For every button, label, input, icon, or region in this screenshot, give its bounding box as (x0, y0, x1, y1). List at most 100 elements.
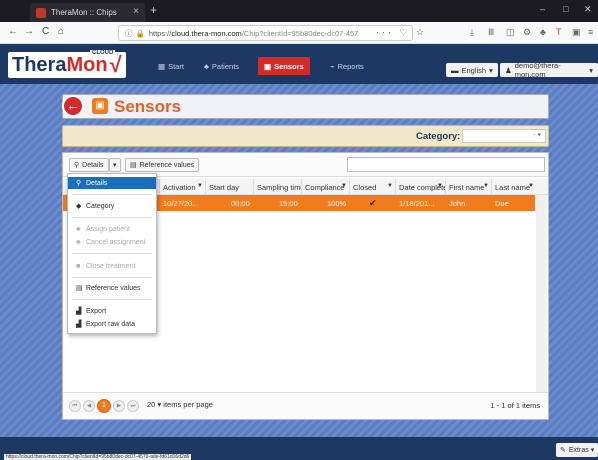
minimize-button[interactable]: – (540, 4, 545, 14)
col-first-name[interactable]: First name ▼ (445, 179, 491, 195)
col-sampling-time[interactable]: Sampling time (253, 179, 301, 195)
sensor-icon: ▣ (92, 98, 108, 114)
menu-item-cancel-assignment[interactable]: ♣ Cancel assignment (68, 236, 156, 248)
wrench-icon: ✎ (560, 447, 566, 454)
menu-item-category[interactable]: ◆ Category (68, 200, 156, 212)
forward-button[interactable]: → (24, 26, 34, 37)
col-closed[interactable]: Closed ▼ (349, 179, 395, 195)
language-dropdown[interactable]: ▬ English ▾ (446, 63, 498, 77)
list-icon: ▤ (76, 285, 83, 292)
page-title: Sensors (114, 97, 182, 116)
search-icon: ⚲ (74, 162, 80, 169)
tag-icon: ◆ (76, 203, 82, 210)
menu-icon[interactable]: ≡ (588, 27, 593, 37)
col-start-day[interactable]: Start day (205, 179, 253, 195)
reload-button[interactable]: C (42, 26, 49, 37)
filter-icon[interactable]: ▼ (437, 183, 443, 189)
page-actions-icons[interactable]: ··· ♡ ☆ (376, 27, 427, 38)
extras-button[interactable]: ✎ Extras ▾ (556, 443, 598, 457)
last-page-button[interactable]: ⏭ (127, 400, 139, 412)
status-url: https://cloud.thera-mon.com/Chip?clientI… (4, 454, 192, 460)
col-date-complete[interactable]: Date complete ▼ (395, 179, 445, 195)
cell-last-name: Doe (495, 198, 509, 208)
reference-values-button[interactable]: ▤ Reference values (125, 158, 200, 172)
menu-ref-label: Reference values (86, 284, 141, 292)
menu-item-close-treatment[interactable]: ■ Close treatment (68, 260, 156, 272)
flag-icon: ▬ (451, 65, 459, 75)
language-label: English (461, 65, 487, 75)
filter-icon[interactable]: ▼ (387, 183, 393, 189)
library-icon[interactable]: Ⅲ (488, 27, 494, 38)
extension3-icon[interactable]: T (556, 27, 562, 37)
vertical-scrollbar[interactable] (536, 195, 547, 393)
close-tab-icon[interactable]: × (133, 6, 139, 17)
filter-icon[interactable]: ▼ (528, 183, 534, 189)
new-tab-button[interactable]: + (150, 3, 157, 17)
col-compliance-label: Compliance (305, 182, 345, 192)
nav-reports[interactable]: ⌁ Reports (324, 59, 370, 73)
first-page-button[interactable]: ⏮ (69, 400, 81, 412)
theramon-logo[interactable]: Thera Mon √ CLOUD (8, 50, 126, 78)
browser-tab-bar: TheraMon :: Chips × + – □ ✕ (0, 0, 598, 22)
nav-start[interactable]: ▦ Start (152, 59, 190, 73)
menu-cancel-label: Cancel assignment (86, 238, 146, 246)
maximize-button[interactable]: □ (563, 4, 568, 14)
col-start-day-label: Start day (209, 182, 240, 192)
filter-icon[interactable]: ▼ (483, 183, 489, 189)
sidebar-icon[interactable]: ◫ (506, 27, 515, 38)
col-last-name[interactable]: Last name ▼ (491, 179, 536, 195)
cell-sampling: 15:00 (279, 198, 298, 208)
url-scheme: https:// (148, 28, 172, 38)
menu-item-reference-values[interactable]: ▤ Reference values (68, 282, 156, 294)
menu-item-details[interactable]: ⚲ Details (68, 177, 156, 189)
nav-start-label: Start (168, 61, 184, 71)
chevron-down-icon: ▾ (489, 65, 493, 75)
col-compliance[interactable]: Compliance ▼ (301, 179, 349, 195)
filter-icon[interactable]: ▼ (341, 183, 347, 189)
download-icon[interactable]: ⤓ (470, 27, 474, 38)
lock-icon: 🔒 (135, 28, 145, 38)
stop-icon: ■ (76, 262, 81, 270)
favicon-icon (36, 7, 46, 18)
page-size-select[interactable]: 20 ▾ items per page (147, 400, 213, 409)
reference-values-label: Reference values (139, 161, 195, 169)
home-button[interactable]: ⌂ (58, 26, 64, 37)
menu-item-export[interactable]: ▟ Export (68, 305, 156, 317)
col-activation[interactable]: Activation ▼ (159, 179, 205, 195)
chevron-down-icon: ▾ (589, 65, 593, 75)
user-label: demo@thera-mon.com (514, 61, 561, 79)
menu-item-export-raw[interactable]: ▟ Export raw data (68, 318, 156, 330)
browser-tab[interactable]: TheraMon :: Chips × (30, 3, 145, 22)
nav-patients[interactable]: ♣ Patients (198, 59, 245, 73)
cell-activation: 10/27/20... (163, 198, 199, 208)
user-dropdown[interactable]: ♟ demo@thera-mon.com ▾ (500, 61, 598, 79)
menu-divider (72, 277, 152, 278)
details-dropdown-button[interactable]: ▾ (109, 158, 121, 172)
extension4-icon[interactable]: ▣ (572, 27, 581, 38)
current-page-button[interactable]: 1 (97, 399, 111, 413)
search-input[interactable] (347, 157, 545, 172)
app-header: Thera Mon √ CLOUD ▦ Start ♣ Patients ▣ S… (0, 44, 598, 84)
browser-nav-bar: ← → C ⌂ ⓘ 🔒 https:// cloud.thera-mon.com… (0, 22, 598, 44)
filter-icon[interactable]: ▼ (197, 183, 203, 189)
menu-export-label: Export (86, 307, 107, 315)
extension2-icon[interactable]: ♣ (540, 27, 546, 37)
next-page-button[interactable]: ▶ (113, 400, 125, 412)
list-icon: ▤ (130, 162, 137, 169)
chevron-down-icon: ▾ (113, 162, 117, 169)
extension-icon[interactable]: ⚙ (523, 27, 531, 38)
category-select[interactable]: - ▾ (462, 129, 546, 143)
pager: ⏮ ◀ 1 ▶ ⏭ 20 ▾ items per page 1 - 1 of 1… (63, 392, 548, 419)
menu-divider (72, 253, 152, 254)
export-raw-icon: ▟ (76, 321, 82, 328)
back-button[interactable]: ← (8, 26, 18, 37)
prev-page-button[interactable]: ◀ (83, 400, 95, 412)
url-bar[interactable]: ⓘ 🔒 https:// cloud.thera-mon.com /Chip?c… (118, 25, 413, 41)
nav-reports-label: Reports (337, 61, 364, 71)
cell-compliance: 100% (327, 198, 347, 208)
back-arrow-button[interactable]: ← (62, 95, 84, 117)
details-button[interactable]: ⚲ Details (69, 158, 109, 172)
menu-item-assign-patient[interactable]: ♣ Assign patient (68, 223, 156, 235)
close-window-button[interactable]: ✕ (584, 4, 592, 15)
nav-sensors[interactable]: ▣ Sensors (258, 57, 310, 75)
